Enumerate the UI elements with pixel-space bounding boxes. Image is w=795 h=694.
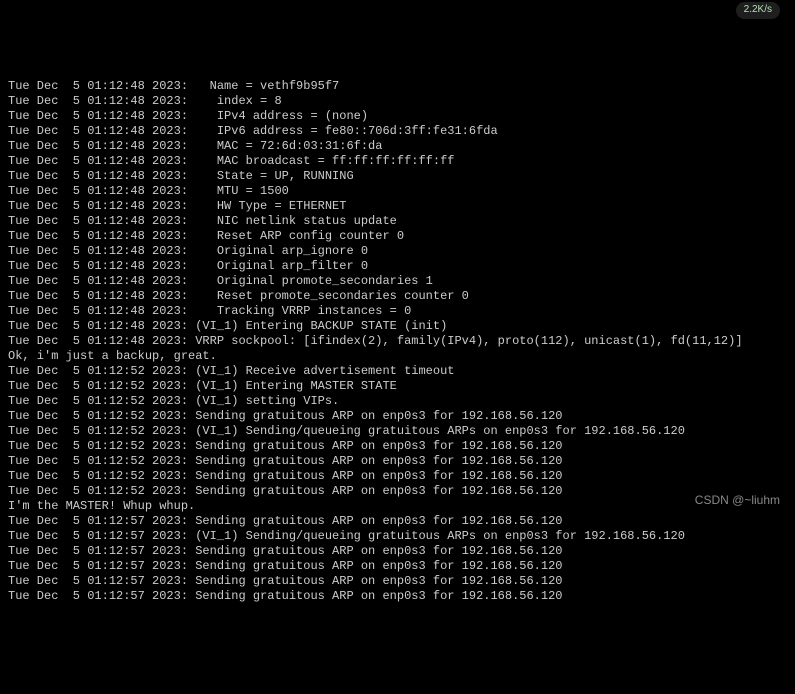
log-line: Tue Dec 5 01:12:48 2023: Reset promote_s… — [8, 289, 787, 304]
log-line: Ok, i'm just a backup, great. — [8, 349, 787, 364]
watermark: CSDN @~liuhm — [695, 493, 780, 508]
log-line: Tue Dec 5 01:12:48 2023: Original promot… — [8, 274, 787, 289]
log-line: Tue Dec 5 01:12:48 2023: index = 8 — [8, 94, 787, 109]
log-line: Tue Dec 5 01:12:48 2023: Reset ARP confi… — [8, 229, 787, 244]
log-line: Tue Dec 5 01:12:48 2023: IPv4 address = … — [8, 109, 787, 124]
log-line: Tue Dec 5 01:12:52 2023: (VI_1) Entering… — [8, 379, 787, 394]
log-line: I'm the MASTER! Whup whup. — [8, 499, 787, 514]
log-line: Tue Dec 5 01:12:57 2023: Sending gratuit… — [8, 574, 787, 589]
log-line: Tue Dec 5 01:12:52 2023: Sending gratuit… — [8, 469, 787, 484]
log-line: Tue Dec 5 01:12:48 2023: MTU = 1500 — [8, 184, 787, 199]
log-line: Tue Dec 5 01:12:48 2023: (VI_1) Entering… — [8, 319, 787, 334]
log-line: Tue Dec 5 01:12:57 2023: Sending gratuit… — [8, 589, 787, 604]
log-line: Tue Dec 5 01:12:57 2023: Sending gratuit… — [8, 559, 787, 574]
log-line: Tue Dec 5 01:12:48 2023: MAC broadcast =… — [8, 154, 787, 169]
log-line: Tue Dec 5 01:12:48 2023: HW Type = ETHER… — [8, 199, 787, 214]
log-line: Tue Dec 5 01:12:57 2023: (VI_1) Sending/… — [8, 529, 787, 544]
log-line: Tue Dec 5 01:12:52 2023: Sending gratuit… — [8, 439, 787, 454]
log-line: Tue Dec 5 01:12:48 2023: Original arp_ig… — [8, 244, 787, 259]
log-line: Tue Dec 5 01:12:52 2023: (VI_1) Receive … — [8, 364, 787, 379]
log-line: Tue Dec 5 01:12:48 2023: MAC = 72:6d:03:… — [8, 139, 787, 154]
log-line: Tue Dec 5 01:12:48 2023: Name = vethf9b9… — [8, 79, 787, 94]
log-line: Tue Dec 5 01:12:52 2023: Sending gratuit… — [8, 454, 787, 469]
log-line: Tue Dec 5 01:12:52 2023: Sending gratuit… — [8, 409, 787, 424]
log-line: Tue Dec 5 01:12:48 2023: Original arp_fi… — [8, 259, 787, 274]
log-line: Tue Dec 5 01:12:52 2023: (VI_1) setting … — [8, 394, 787, 409]
terminal-output[interactable]: Tue Dec 5 01:12:48 2023: Name = vethf9b9… — [8, 79, 787, 604]
log-line: Tue Dec 5 01:12:48 2023: NIC netlink sta… — [8, 214, 787, 229]
log-line: Tue Dec 5 01:12:52 2023: Sending gratuit… — [8, 484, 787, 499]
log-line: Tue Dec 5 01:12:52 2023: (VI_1) Sending/… — [8, 424, 787, 439]
log-line: Tue Dec 5 01:12:48 2023: Tracking VRRP i… — [8, 304, 787, 319]
log-line: Tue Dec 5 01:12:57 2023: Sending gratuit… — [8, 514, 787, 529]
speed-badge: 2.2K/s — [736, 2, 780, 19]
log-line: Tue Dec 5 01:12:48 2023: VRRP sockpool: … — [8, 334, 787, 349]
log-line: Tue Dec 5 01:12:48 2023: IPv6 address = … — [8, 124, 787, 139]
log-line: Tue Dec 5 01:12:57 2023: Sending gratuit… — [8, 544, 787, 559]
log-line: Tue Dec 5 01:12:48 2023: State = UP, RUN… — [8, 169, 787, 184]
